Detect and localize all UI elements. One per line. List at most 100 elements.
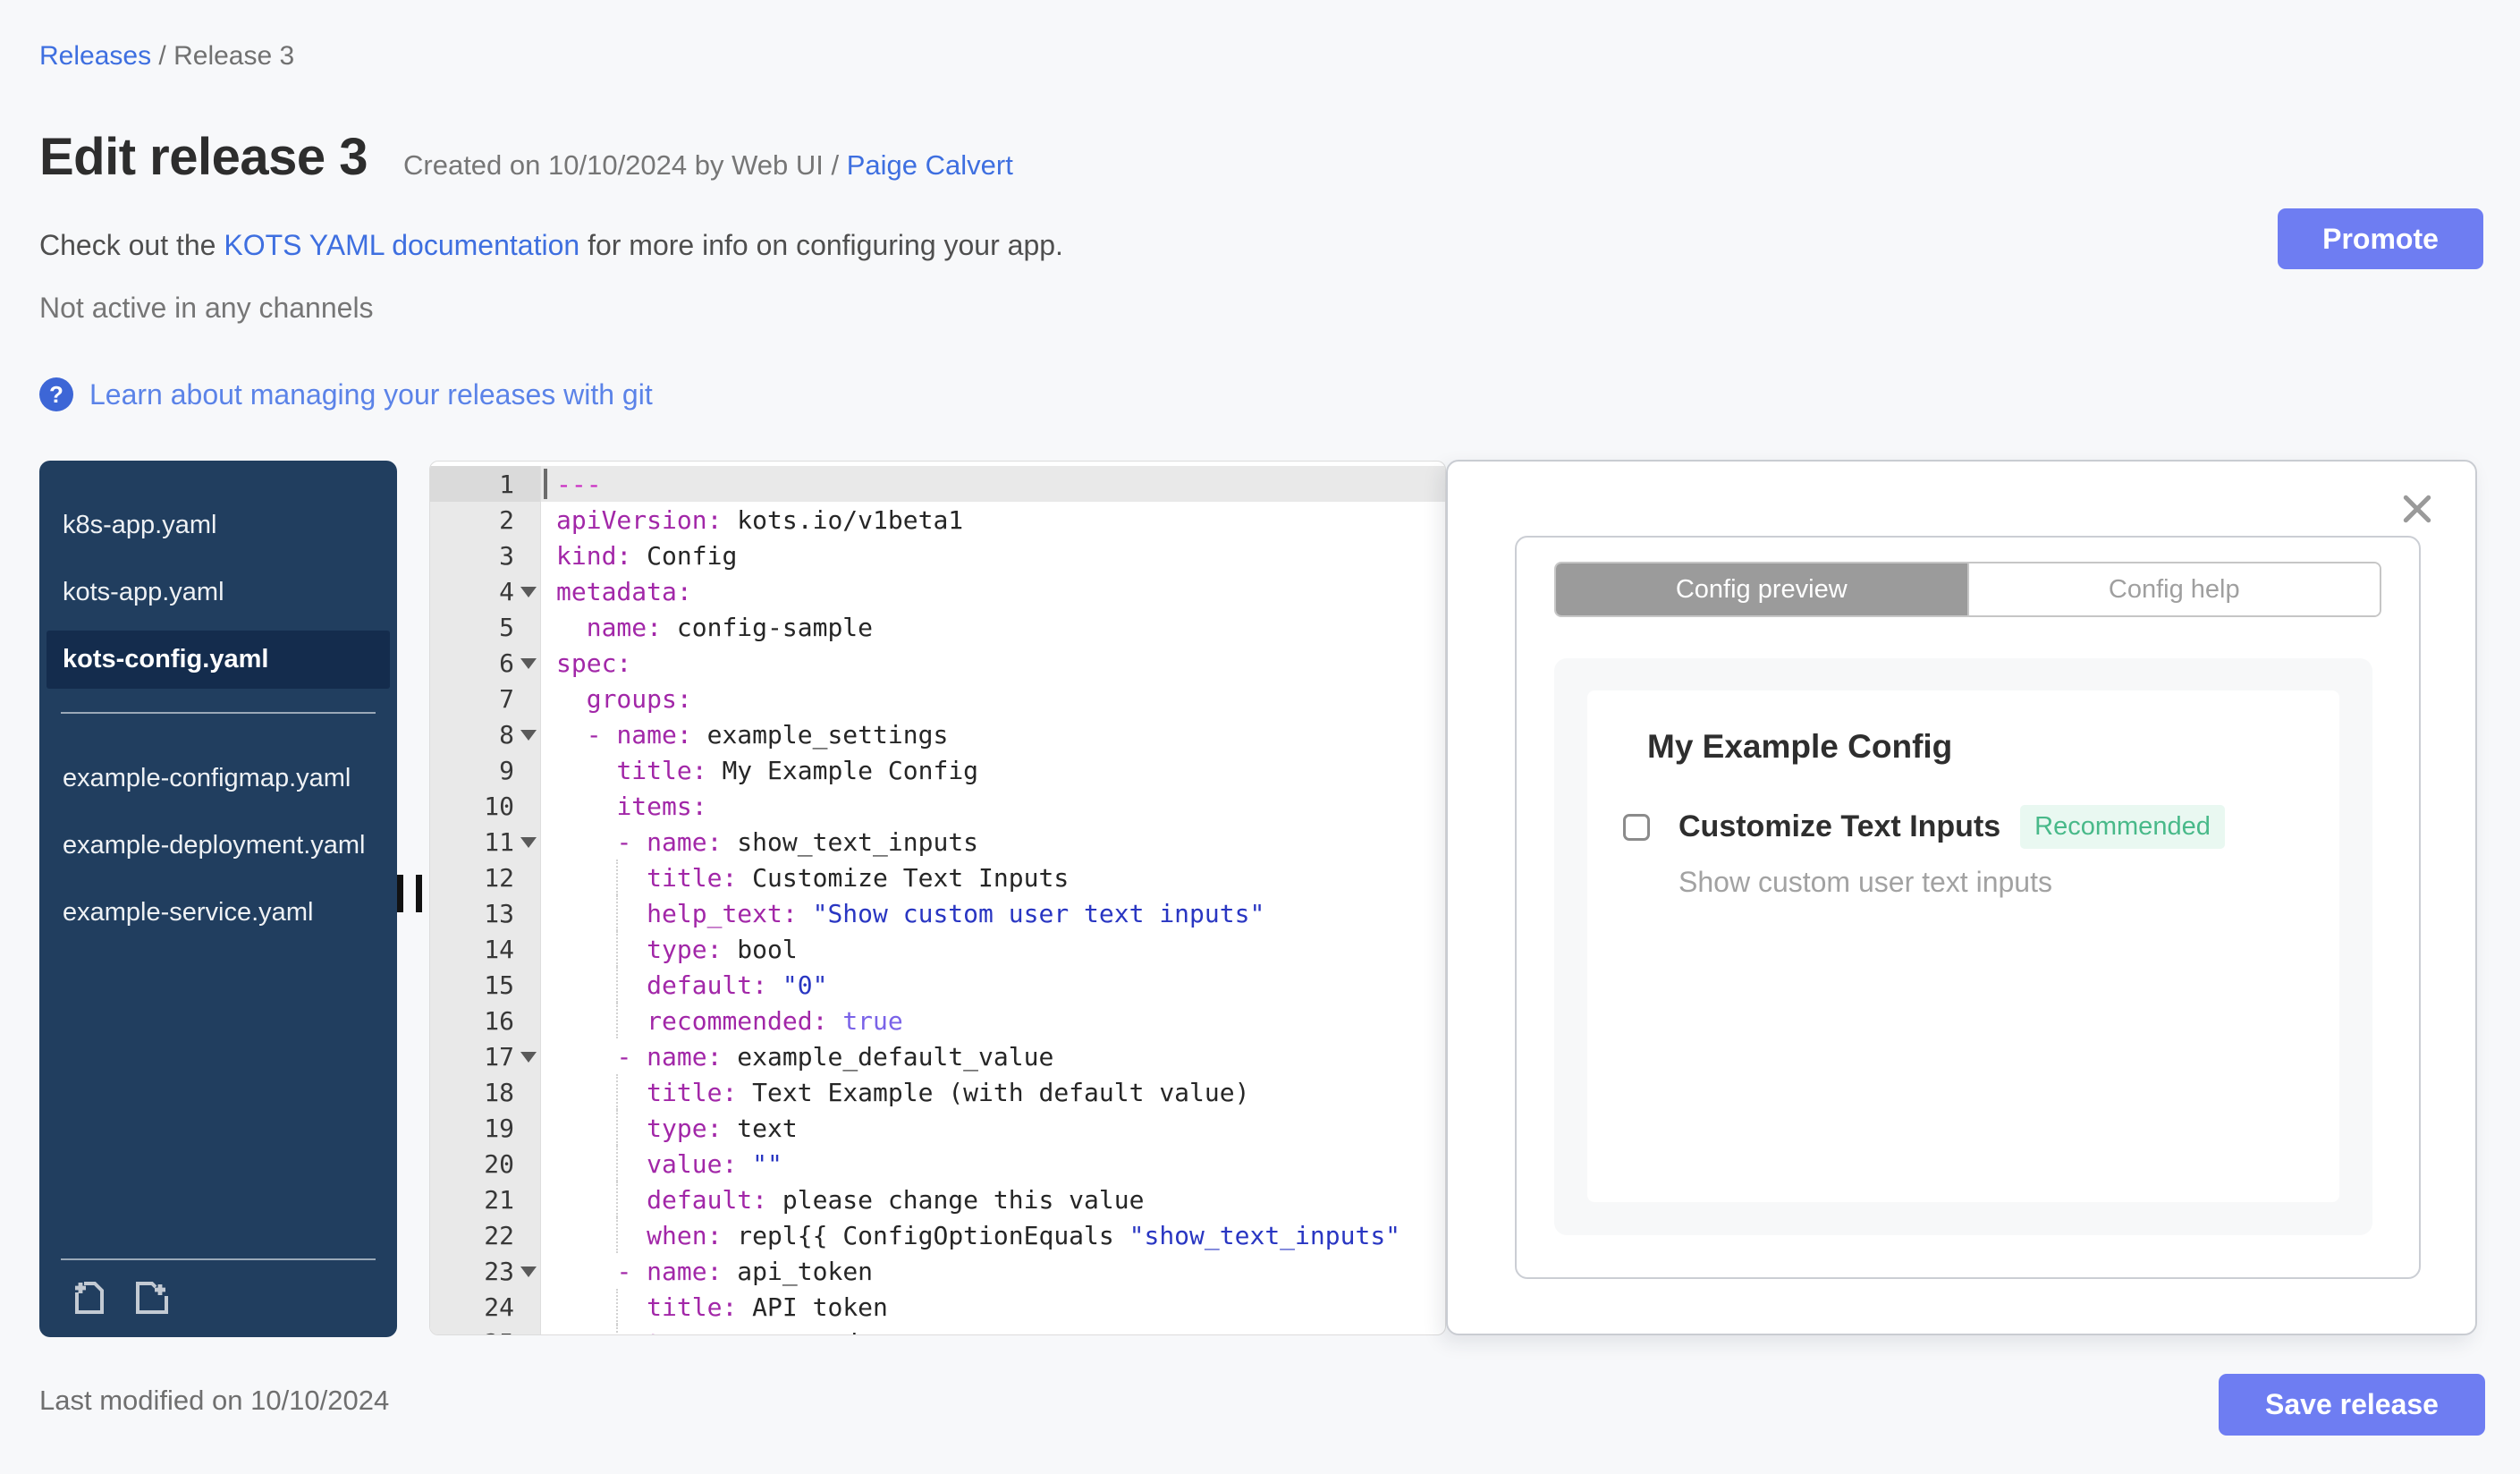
fold-arrow-icon[interactable] (520, 1051, 537, 1063)
line-number: 4 (499, 576, 514, 606)
sidebar-file-kots-app.yaml[interactable]: kots-app.yaml (39, 563, 397, 622)
line-number: 24 (484, 1292, 514, 1322)
line-number: 23 (484, 1256, 514, 1286)
gutter-line-14: 14 (430, 931, 541, 967)
code-text: - name: example_settings (586, 719, 949, 750)
line-number: 14 (484, 934, 514, 964)
code-line-15[interactable]: 15 default: "0" (430, 967, 1445, 1003)
gutter-line-1: 1 (430, 466, 541, 502)
help-icon[interactable]: ? (39, 377, 73, 411)
gutter-line-18: 18 (430, 1074, 541, 1110)
code-line-9[interactable]: 9 title: My Example Config (430, 752, 1445, 788)
code-line-17[interactable]: 17 - name: example_default_value (430, 1038, 1445, 1074)
fold-arrow-icon[interactable] (520, 729, 537, 741)
yaml-editor[interactable]: 1 --- 2 apiVersion: kots.io/v1beta1 3 kind: C… (429, 461, 1446, 1335)
fold-arrow-icon[interactable] (520, 586, 537, 597)
code-text: --- (541, 466, 1445, 502)
line-number: 18 (484, 1077, 514, 1107)
line-number: 16 (484, 1005, 514, 1036)
code-line-4[interactable]: 4 metadata: (430, 573, 1445, 609)
gutter-line-4: 4 (430, 573, 541, 609)
line-number: 2 (499, 504, 514, 535)
code-line-22[interactable]: 22 when: repl{{ ConfigOptionEquals "show… (430, 1217, 1445, 1253)
kots-yaml-doc-link[interactable]: KOTS YAML documentation (224, 229, 579, 261)
tab-config-preview[interactable]: Config preview (1556, 563, 1967, 615)
code-text: when: repl{{ ConfigOptionEquals "show_te… (541, 1217, 1445, 1253)
sidebar-file-k8s-app.yaml[interactable]: k8s-app.yaml (39, 496, 397, 555)
promote-button[interactable]: Promote (2278, 208, 2483, 269)
code-line-2[interactable]: 2 apiVersion: kots.io/v1beta1 (430, 502, 1445, 538)
gutter-line-5: 5 (430, 609, 541, 645)
resize-bar (397, 875, 403, 912)
gutter-line-15: 15 (430, 967, 541, 1003)
gutter-line-9: 9 (430, 752, 541, 788)
breadcrumb-releases-link[interactable]: Releases (39, 41, 151, 71)
config-item-help-text: Show custom user text inputs (1679, 866, 2052, 898)
gutter-line-8: 8 (430, 716, 541, 752)
code-line-3[interactable]: 3 kind: Config (430, 538, 1445, 573)
code-line-24[interactable]: 24 title: API token (430, 1289, 1445, 1325)
config-group-title: My Example Config (1647, 728, 1953, 765)
code-line-6[interactable]: 6 spec: (430, 645, 1445, 681)
gutter-line-7: 7 (430, 681, 541, 716)
line-number: 9 (499, 755, 514, 785)
gutter-line-16: 16 (430, 1003, 541, 1038)
fold-arrow-icon[interactable] (520, 1266, 537, 1277)
code-text: name: config-sample (586, 612, 874, 642)
gutter-line-13: 13 (430, 895, 541, 931)
author-link[interactable]: Paige Calvert (847, 149, 1013, 181)
code-line-8[interactable]: 8 - name: example_settings (430, 716, 1445, 752)
code-line-21[interactable]: 21 default: please change this value (430, 1182, 1445, 1217)
code-line-19[interactable]: 19 type: text (430, 1110, 1445, 1146)
sidebar-file-example-configmap.yaml[interactable]: example-configmap.yaml (39, 750, 397, 808)
config-tabs: Config preview Config help (1554, 562, 2381, 617)
code-text: items: (616, 791, 707, 821)
add-file-icon[interactable] (68, 1276, 111, 1319)
gutter-line-22: 22 (430, 1217, 541, 1253)
config-group-card: My Example Config Customize Text Inputs … (1587, 690, 2339, 1202)
line-number: 25 (484, 1328, 514, 1335)
code-line-16[interactable]: 16 recommended: true (430, 1003, 1445, 1038)
code-line-13[interactable]: 13 help_text: "Show custom user text inp… (430, 895, 1445, 931)
close-icon[interactable] (2400, 492, 2434, 526)
sidebar-file-kots-config.yaml[interactable]: kots-config.yaml (47, 631, 390, 689)
code-line-11[interactable]: 11 - name: show_text_inputs (430, 824, 1445, 860)
sidebar-file-example-service.yaml[interactable]: example-service.yaml (39, 884, 397, 942)
config-item-row: Customize Text Inputs Recommended (1623, 805, 2225, 849)
sidebar-editor-resize-handle[interactable] (397, 875, 424, 912)
code-text: title: Customize Text Inputs (541, 860, 1445, 895)
config-preview-card: Config preview Config help My Example Con… (1515, 536, 2421, 1279)
code-line-5[interactable]: 5 name: config-sample (430, 609, 1445, 645)
gutter-line-11: 11 (430, 824, 541, 860)
sidebar-file-example-deployment.yaml[interactable]: example-deployment.yaml (39, 817, 397, 875)
gutter-line-12: 12 (430, 860, 541, 895)
code-line-18[interactable]: 18 title: Text Example (with default val… (430, 1074, 1445, 1110)
breadcrumb-current: Release 3 (173, 41, 295, 71)
code-line-10[interactable]: 10 items: (430, 788, 1445, 824)
git-releases-link[interactable]: Learn about managing your releases with … (89, 378, 653, 411)
code-text: default: "0" (541, 967, 1445, 1003)
code-line-1[interactable]: 1 --- (430, 466, 1445, 502)
line-number: 1 (499, 469, 514, 499)
resize-bar (416, 875, 422, 912)
code-line-23[interactable]: 23 - name: api_token (430, 1253, 1445, 1289)
code-line-12[interactable]: 12 title: Customize Text Inputs (430, 860, 1445, 895)
tab-config-help[interactable]: Config help (1966, 563, 2380, 615)
line-number: 6 (499, 648, 514, 678)
customize-text-inputs-checkbox[interactable] (1623, 813, 1650, 841)
gutter-line-24: 24 (430, 1289, 541, 1325)
line-number: 15 (484, 970, 514, 1000)
code-line-7[interactable]: 7 groups: (430, 681, 1445, 716)
add-folder-icon[interactable] (131, 1276, 173, 1319)
code-text: recommended: true (541, 1003, 1445, 1038)
code-line-25[interactable]: 25 type: password (430, 1325, 1445, 1335)
gutter-line-10: 10 (430, 788, 541, 824)
code-line-20[interactable]: 20 value: "" (430, 1146, 1445, 1182)
last-modified-text: Last modified on 10/10/2024 (39, 1385, 390, 1416)
fold-arrow-icon[interactable] (520, 657, 537, 669)
file-list-bottom: example-configmap.yaml example-deployment… (39, 737, 397, 942)
code-line-14[interactable]: 14 type: bool (430, 931, 1445, 967)
save-release-button[interactable]: Save release (2219, 1374, 2485, 1436)
code-text: spec: (556, 648, 632, 678)
fold-arrow-icon[interactable] (520, 836, 537, 848)
